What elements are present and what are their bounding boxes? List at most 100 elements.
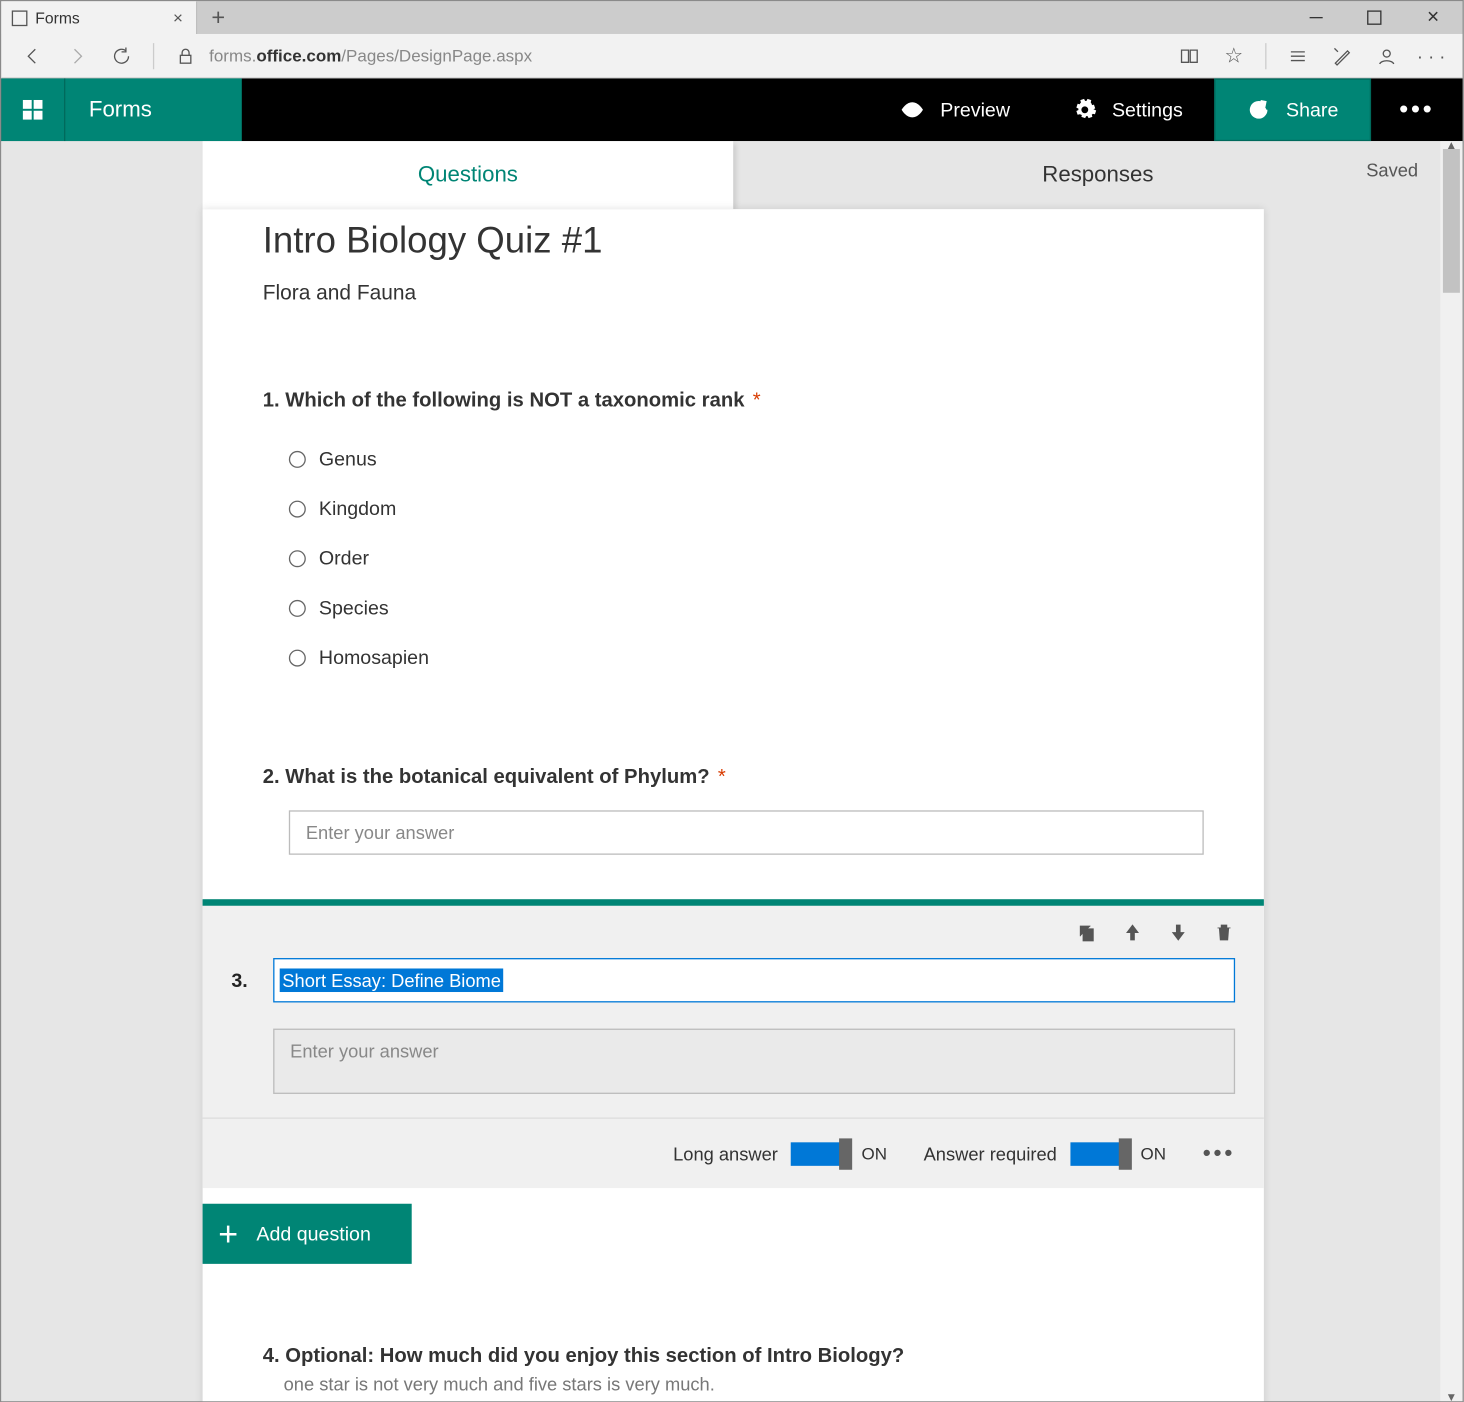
browser-more-icon[interactable]: · · ·: [1410, 35, 1452, 77]
content-area: Questions Responses Saved Intro Biology …: [1, 141, 1462, 1401]
window-close-button[interactable]: ×: [1404, 1, 1463, 34]
form-tabs: Questions Responses Saved: [1, 141, 1462, 209]
new-tab-button[interactable]: +: [197, 1, 239, 34]
window-controls: ×: [1286, 1, 1462, 34]
tab-responses[interactable]: Responses: [733, 141, 1462, 209]
radio-icon: [289, 649, 306, 666]
close-tab-icon[interactable]: ×: [170, 8, 185, 28]
app-bar: Forms Preview Settings Share •••: [1, 78, 1462, 141]
q4-subtitle: one star is not very much and five stars…: [284, 1374, 1204, 1395]
required-toggle[interactable]: Answer required ON: [924, 1142, 1166, 1166]
page-icon: [12, 10, 28, 26]
q1-text: Which of the following is NOT a taxonomi…: [285, 389, 744, 411]
q1-option[interactable]: Order: [289, 533, 1204, 583]
radio-icon: [289, 450, 306, 467]
option-label: Kingdom: [319, 497, 396, 519]
hub-icon[interactable]: [1277, 35, 1319, 77]
share-label: Share: [1286, 99, 1338, 121]
q1-options: Genus Kingdom Order Species Homosapien: [263, 434, 1204, 682]
share-button[interactable]: Share: [1214, 78, 1371, 141]
maximize-button[interactable]: [1345, 1, 1404, 34]
back-button[interactable]: [12, 35, 54, 77]
add-question-button[interactable]: + Add question: [203, 1204, 412, 1264]
question-more-button[interactable]: •••: [1203, 1140, 1236, 1167]
lock-icon: [165, 35, 207, 77]
q1-option[interactable]: Genus: [289, 434, 1204, 484]
question-4[interactable]: 4. Optional: How much did you enjoy this…: [263, 1345, 1204, 1401]
question-2[interactable]: 2. What is the botanical equivalent of P…: [263, 766, 1204, 855]
app-brand[interactable]: Forms: [64, 78, 242, 141]
form-sheet: Intro Biology Quiz #1 Flora and Fauna 1.…: [203, 209, 1264, 1401]
url-text[interactable]: forms.office.com/Pages/DesignPage.aspx: [209, 46, 532, 66]
vertical-scrollbar[interactable]: ▲ ▼: [1440, 141, 1462, 1401]
q3-question-input[interactable]: Short Essay: Define Biome: [273, 958, 1235, 1002]
radio-icon: [289, 500, 306, 517]
move-down-icon[interactable]: [1167, 921, 1189, 947]
long-answer-state: ON: [862, 1144, 887, 1164]
q2-text: What is the botanical equivalent of Phyl…: [285, 766, 709, 788]
q3-number: 3.: [231, 969, 257, 991]
tab-questions-label: Questions: [418, 162, 518, 188]
question-settings-row: Long answer ON Answer required ON •••: [203, 1117, 1264, 1188]
browser-window: Forms × + × forms.office.com/Pages/Desig…: [0, 0, 1464, 1402]
q2-answer-input[interactable]: Enter your answer: [289, 810, 1204, 854]
url-prefix: forms.: [209, 46, 256, 66]
toggle-on-icon: [1070, 1142, 1128, 1166]
preview-button[interactable]: Preview: [870, 78, 1042, 141]
saved-status: Saved: [1366, 159, 1418, 180]
q1-option[interactable]: Species: [289, 583, 1204, 633]
required-state: ON: [1140, 1144, 1165, 1164]
question-tools: [203, 906, 1264, 953]
settings-label: Settings: [1112, 99, 1183, 121]
scrollbar-thumb[interactable]: [1443, 149, 1460, 293]
option-label: Order: [319, 547, 369, 569]
long-answer-label: Long answer: [673, 1143, 778, 1164]
question-1[interactable]: 1. Which of the following is NOT a taxon…: [263, 389, 1204, 682]
long-answer-toggle[interactable]: Long answer ON: [673, 1142, 887, 1166]
refresh-button[interactable]: [101, 35, 143, 77]
radio-icon: [289, 599, 306, 616]
toggle-on-icon: [791, 1142, 849, 1166]
question-3-edit-card: 3. Short Essay: Define Biome Enter your …: [203, 899, 1264, 1188]
app-launcher-icon[interactable]: [1, 78, 64, 141]
q4-text: Optional: How much did you enjoy this se…: [285, 1345, 904, 1367]
address-bar: forms.office.com/Pages/DesignPage.aspx ☆…: [1, 34, 1462, 78]
preview-label: Preview: [940, 99, 1010, 121]
form-subtitle[interactable]: Flora and Fauna: [263, 282, 1204, 306]
q1-option[interactable]: Kingdom: [289, 484, 1204, 534]
url-path: /Pages/DesignPage.aspx: [341, 46, 532, 66]
app-more-button[interactable]: •••: [1371, 78, 1462, 141]
option-label: Genus: [319, 448, 377, 470]
q1-option[interactable]: Homosapien: [289, 633, 1204, 683]
q3-question-text: Short Essay: Define Biome: [280, 968, 504, 992]
delete-question-icon[interactable]: [1213, 921, 1235, 947]
form-title[interactable]: Intro Biology Quiz #1: [263, 220, 1204, 262]
q3-answer-area[interactable]: Enter your answer: [273, 1029, 1235, 1094]
q2-placeholder: Enter your answer: [306, 822, 454, 843]
option-label: Homosapien: [319, 646, 429, 668]
minimize-button[interactable]: [1286, 1, 1345, 34]
move-up-icon[interactable]: [1121, 921, 1143, 947]
tab-title: Forms: [35, 8, 162, 26]
add-question-label: Add question: [256, 1223, 370, 1245]
browser-tab[interactable]: Forms ×: [1, 1, 197, 34]
plus-icon: +: [218, 1214, 238, 1255]
notes-icon[interactable]: [1321, 35, 1363, 77]
tab-responses-label: Responses: [1042, 162, 1153, 188]
required-mark: *: [753, 389, 761, 411]
tab-questions[interactable]: Questions: [203, 141, 734, 209]
q4-number: 4.: [263, 1345, 280, 1367]
favorite-icon[interactable]: ☆: [1213, 35, 1255, 77]
copy-question-icon[interactable]: [1076, 921, 1098, 947]
profile-icon[interactable]: [1366, 35, 1408, 77]
url-host: office.com: [256, 46, 341, 66]
titlebar: Forms × + ×: [1, 1, 1462, 34]
reading-view-icon[interactable]: [1168, 35, 1210, 77]
forward-button[interactable]: [56, 35, 98, 77]
settings-button[interactable]: Settings: [1041, 78, 1214, 141]
q1-number: 1.: [263, 389, 280, 411]
option-label: Species: [319, 597, 389, 619]
q2-number: 2.: [263, 766, 280, 788]
required-mark: *: [718, 766, 726, 788]
q3-answer-placeholder: Enter your answer: [290, 1040, 438, 1061]
